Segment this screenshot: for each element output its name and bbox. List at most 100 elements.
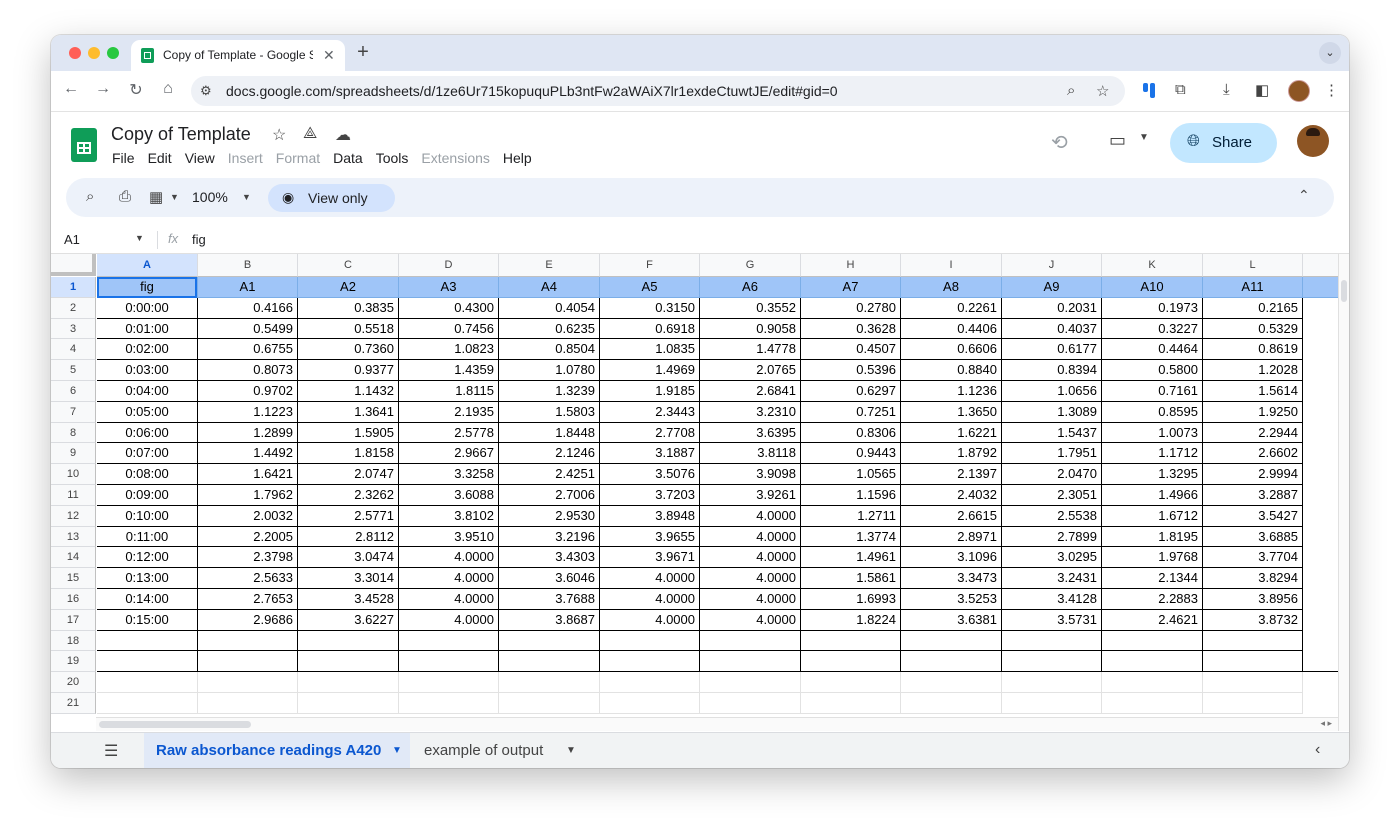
maximize-window-button[interactable] <box>107 47 119 59</box>
print-icon[interactable]: ⎙ <box>119 188 131 205</box>
row-header-5[interactable]: 5 <box>51 360 96 381</box>
absorbance-cell[interactable]: 2.7653 <box>198 589 298 610</box>
empty-cell[interactable] <box>399 651 499 672</box>
absorbance-cell[interactable]: 1.5861 <box>801 568 901 589</box>
absorbance-cell[interactable]: 3.5427 <box>1203 506 1303 527</box>
absorbance-cell[interactable]: 1.8224 <box>801 610 901 631</box>
absorbance-cell[interactable]: 1.4492 <box>198 443 298 464</box>
tab-search-chevron-icon[interactable]: ⌄ <box>1319 42 1341 64</box>
header-cell[interactable]: A1 <box>198 277 298 298</box>
header-cell[interactable]: A4 <box>499 277 600 298</box>
absorbance-cell[interactable]: 3.3473 <box>901 568 1002 589</box>
absorbance-cell[interactable]: 2.7899 <box>1002 527 1102 547</box>
format-options-icon[interactable]: ▦ <box>149 188 163 206</box>
empty-cell[interactable] <box>499 651 600 672</box>
time-cell[interactable]: 0:04:00 <box>97 381 198 402</box>
all-sheets-menu-icon[interactable]: ☰ <box>104 741 118 761</box>
select-all-corner[interactable] <box>51 254 96 276</box>
absorbance-cell[interactable]: 2.8971 <box>901 527 1002 547</box>
absorbance-cell[interactable]: 0.3552 <box>700 298 801 319</box>
absorbance-cell[interactable]: 3.2196 <box>499 527 600 547</box>
absorbance-cell[interactable]: 3.8687 <box>499 610 600 631</box>
absorbance-cell[interactable]: 0.6606 <box>901 339 1002 360</box>
empty-cell[interactable] <box>97 651 198 672</box>
sheet-tab-dropdown-icon[interactable]: ▼ <box>392 733 402 768</box>
absorbance-cell[interactable]: 1.3295 <box>1102 464 1203 485</box>
absorbance-cell[interactable]: 3.6227 <box>298 610 399 631</box>
absorbance-cell[interactable]: 2.1246 <box>499 443 600 464</box>
scroll-arrows-icon[interactable]: ◂ ▸ <box>1320 718 1332 729</box>
header-cell[interactable]: A2 <box>298 277 399 298</box>
absorbance-cell[interactable]: 0.8504 <box>499 339 600 360</box>
header-cell[interactable]: fig <box>97 277 198 298</box>
absorbance-cell[interactable]: 3.2310 <box>700 402 801 423</box>
absorbance-cell[interactable]: 3.6046 <box>499 568 600 589</box>
absorbance-cell[interactable]: 0.4037 <box>1002 319 1102 339</box>
address-bar[interactable]: ⚙ docs.google.com/spreadsheets/d/1ze6Ur7… <box>191 76 1125 106</box>
row-header-13[interactable]: 13 <box>51 527 96 547</box>
absorbance-cell[interactable]: 2.0765 <box>700 360 801 381</box>
absorbance-cell[interactable]: 4.0000 <box>700 589 801 610</box>
header-cell[interactable]: A9 <box>1002 277 1102 298</box>
absorbance-cell[interactable]: 3.2431 <box>1002 568 1102 589</box>
star-icon[interactable]: ☆ <box>272 125 286 145</box>
absorbance-cell[interactable]: 0.8619 <box>1203 339 1303 360</box>
column-header-b[interactable]: B <box>198 254 298 277</box>
absorbance-cell[interactable]: 1.3641 <box>298 402 399 423</box>
menu-help[interactable]: Help <box>503 150 532 166</box>
header-cell[interactable]: A6 <box>700 277 801 298</box>
empty-cell[interactable] <box>600 651 700 672</box>
absorbance-cell[interactable]: 1.0656 <box>1002 381 1102 402</box>
row-header-12[interactable]: 12 <box>51 506 96 527</box>
absorbance-cell[interactable]: 2.0747 <box>298 464 399 485</box>
absorbance-cell[interactable]: 1.0823 <box>399 339 499 360</box>
absorbance-cell[interactable]: 2.2944 <box>1203 423 1303 443</box>
empty-cell[interactable] <box>901 631 1002 651</box>
absorbance-cell[interactable]: 1.0565 <box>801 464 901 485</box>
empty-cell[interactable] <box>1303 651 1338 672</box>
menu-view[interactable]: View <box>185 150 215 166</box>
row-header-11[interactable]: 11 <box>51 485 96 506</box>
absorbance-cell[interactable]: 3.6381 <box>901 610 1002 631</box>
row-header-4[interactable]: 4 <box>51 339 96 360</box>
absorbance-cell[interactable]: 0.3150 <box>600 298 700 319</box>
absorbance-cell[interactable]: 2.0032 <box>198 506 298 527</box>
empty-cell[interactable] <box>399 672 499 693</box>
vertical-scrollbar[interactable] <box>1338 254 1349 731</box>
absorbance-cell[interactable]: 2.5771 <box>298 506 399 527</box>
absorbance-cell[interactable]: 4.0000 <box>600 589 700 610</box>
home-icon[interactable]: ⌂ <box>157 80 179 98</box>
horizontal-scroll-thumb[interactable] <box>99 721 251 728</box>
absorbance-cell[interactable]: 0.8073 <box>198 360 298 381</box>
extension-blue-icon[interactable] <box>1143 83 1156 98</box>
absorbance-cell[interactable]: 3.7203 <box>600 485 700 506</box>
empty-cell[interactable] <box>1203 672 1303 693</box>
absorbance-cell[interactable]: 0.2165 <box>1203 298 1303 319</box>
absorbance-cell[interactable]: 2.9530 <box>499 506 600 527</box>
zoom-dropdown-icon[interactable]: ▼ <box>242 192 251 202</box>
sheet-tab-example-output[interactable]: example of output ▼ <box>424 733 594 768</box>
row-header-19[interactable]: 19 <box>51 651 96 672</box>
absorbance-cell[interactable]: 2.9686 <box>198 610 298 631</box>
absorbance-cell[interactable]: 1.8792 <box>901 443 1002 464</box>
absorbance-cell[interactable]: 0.6177 <box>1002 339 1102 360</box>
absorbance-cell[interactable]: 1.6221 <box>901 423 1002 443</box>
back-arrow-icon[interactable]: ← <box>60 80 82 98</box>
absorbance-cell[interactable]: 3.3014 <box>298 568 399 589</box>
column-header-i[interactable]: I <box>901 254 1002 277</box>
forward-arrow-icon[interactable]: → <box>92 80 114 98</box>
cloud-status-icon[interactable]: ☁ <box>335 125 351 145</box>
absorbance-cell[interactable]: 0.8394 <box>1002 360 1102 381</box>
column-header-d[interactable]: D <box>399 254 499 277</box>
empty-cell[interactable] <box>499 631 600 651</box>
column-header-f[interactable]: F <box>600 254 700 277</box>
empty-cell[interactable] <box>801 651 901 672</box>
row-header-7[interactable]: 7 <box>51 402 96 423</box>
absorbance-cell[interactable]: 4.0000 <box>700 610 801 631</box>
row-header-2[interactable]: 2 <box>51 298 96 319</box>
absorbance-cell[interactable]: 3.1096 <box>901 547 1002 568</box>
absorbance-cell[interactable]: 0.2780 <box>801 298 901 319</box>
column-header-m[interactable] <box>1303 254 1338 277</box>
time-cell[interactable]: 0:15:00 <box>97 610 198 631</box>
absorbance-cell[interactable]: 3.8294 <box>1203 568 1303 589</box>
